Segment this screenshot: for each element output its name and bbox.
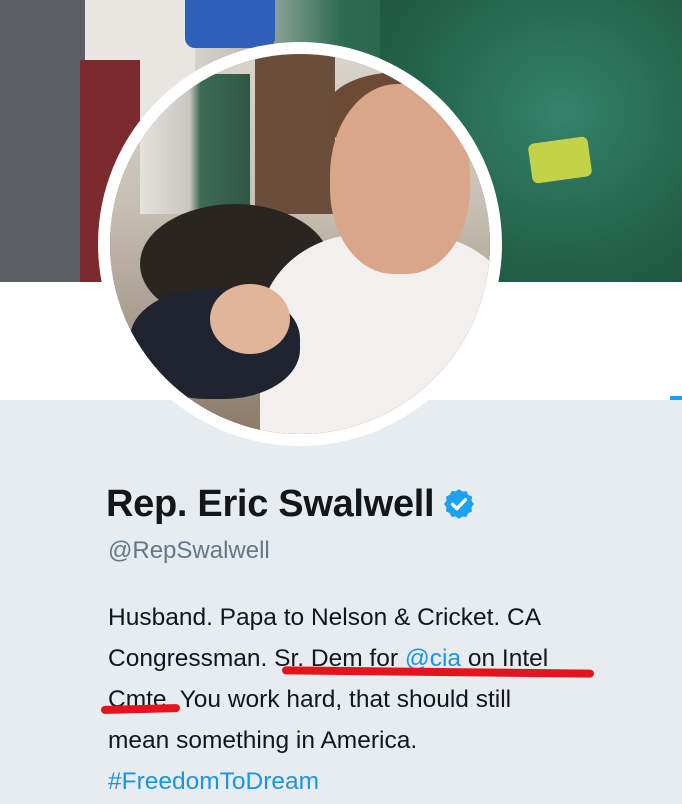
verified-badge-icon: [444, 489, 475, 519]
avatar-photo: [110, 54, 490, 434]
bio-line-1: Husband. Papa to Nelson & Cricket. CA: [108, 604, 542, 631]
banner-campaign-sign: [185, 0, 275, 48]
profile-handle[interactable]: @RepSwalwell: [108, 537, 270, 565]
profile-avatar[interactable]: [98, 42, 502, 446]
avatar-bg-door: [255, 54, 335, 214]
avatar-baby-head: [210, 284, 290, 354]
freedomtodream-hashtag-link[interactable]: #FreedomToDream: [108, 761, 628, 802]
avatar-bg-coats: [140, 74, 250, 214]
bio-line-3: Cmte. You work hard, that should still: [108, 686, 512, 713]
profile-bio: Husband. Papa to Nelson & Cricket. CA Co…: [108, 597, 628, 802]
profile-name-row: Rep. Eric Swalwell: [106, 480, 476, 528]
avatar-face: [330, 84, 470, 274]
profile-name[interactable]: Rep. Eric Swalwell: [106, 483, 435, 526]
bio-line-4: mean something in America.: [108, 727, 418, 754]
banner-patch: [527, 136, 593, 184]
nav-active-indicator: [670, 396, 682, 400]
